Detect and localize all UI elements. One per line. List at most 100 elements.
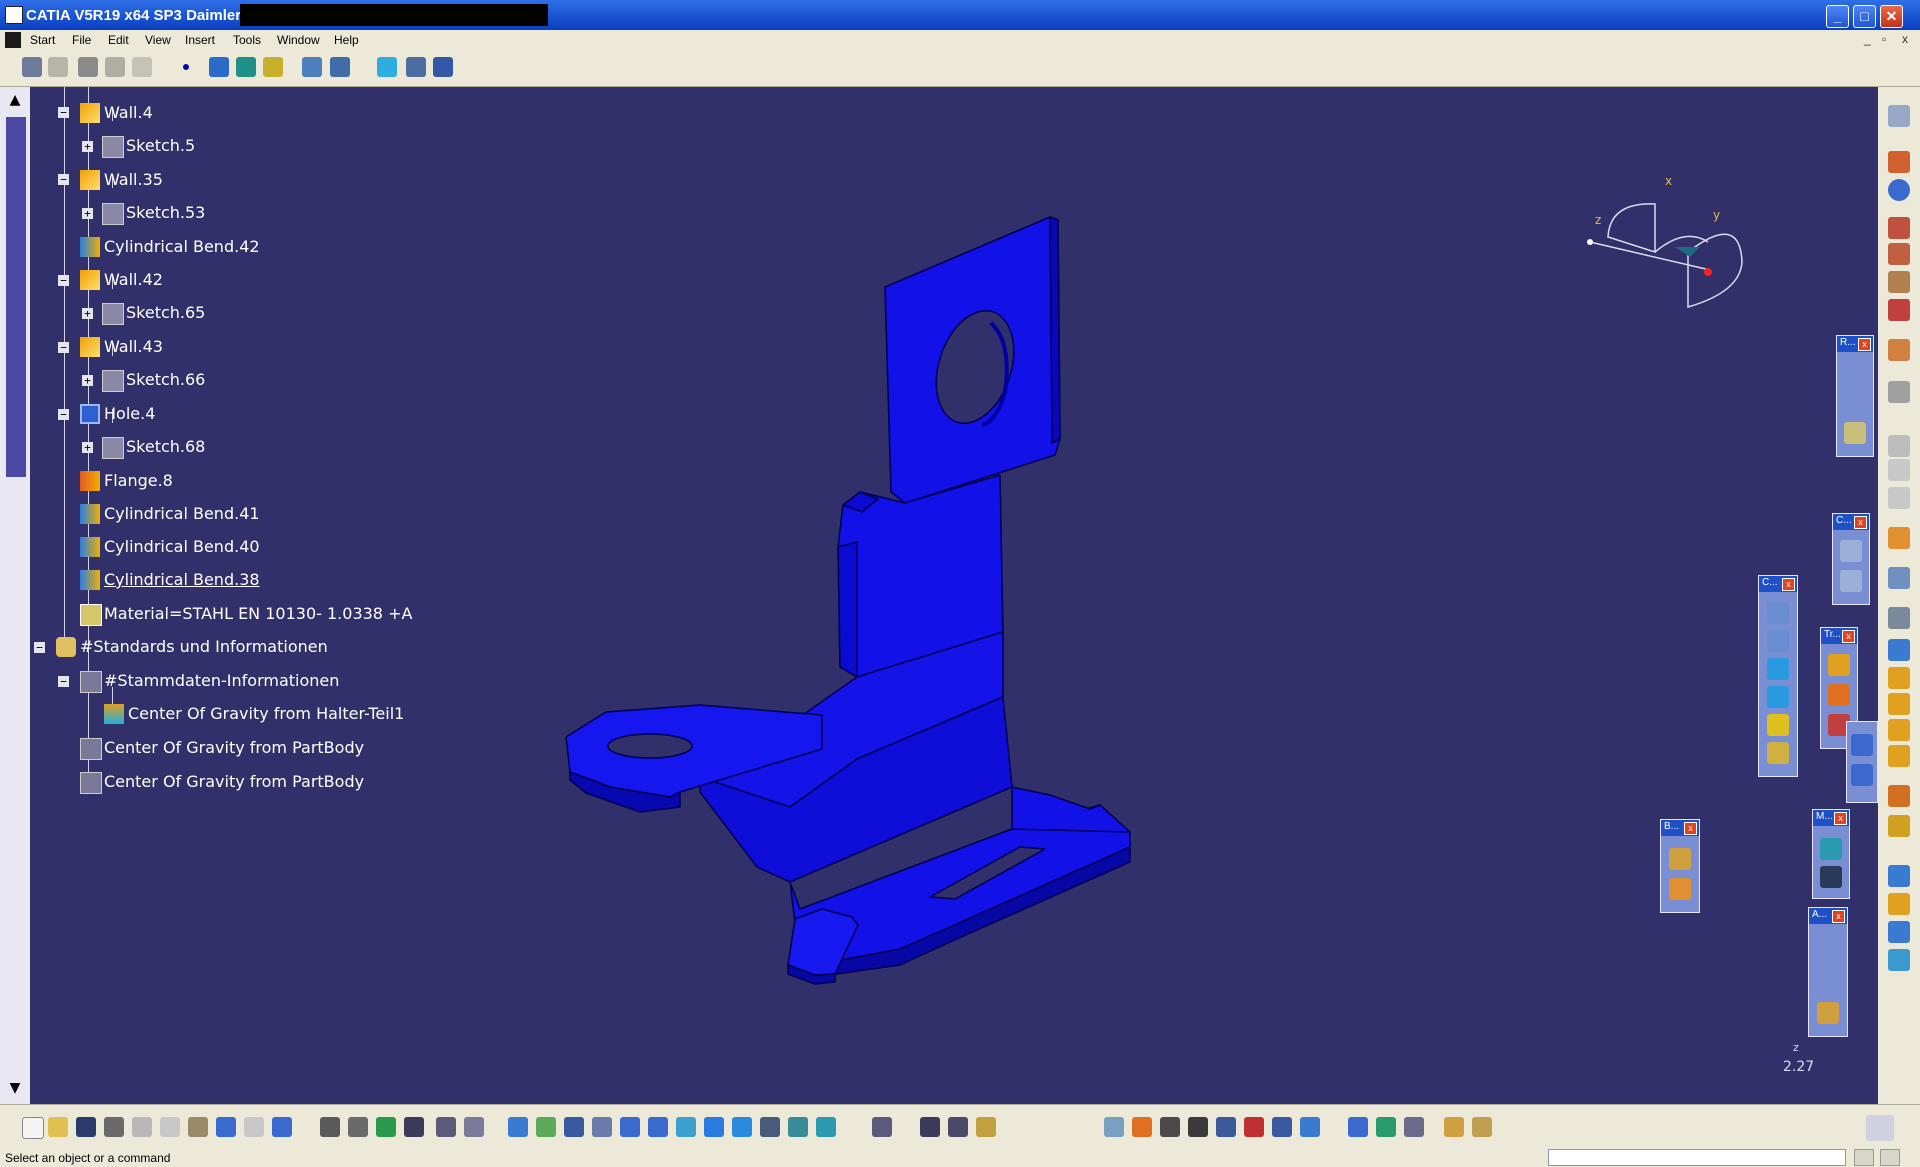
cylindrical-bend-tool-icon[interactable] [1888, 865, 1910, 887]
tools-icon[interactable] [1888, 607, 1910, 629]
construction-icon[interactable] [1244, 1117, 1264, 1137]
unfold-icon[interactable] [330, 57, 350, 77]
text-annotation-icon[interactable] [1817, 934, 1839, 956]
hand-icon[interactable] [1132, 1117, 1152, 1137]
louver-icon[interactable] [1888, 745, 1910, 767]
corner-icon[interactable] [1767, 714, 1789, 736]
fold-unfold-icon[interactable] [377, 57, 397, 77]
user-flange-icon[interactable] [1888, 487, 1910, 509]
measure-between-icon[interactable] [920, 1117, 940, 1137]
print-icon[interactable] [104, 1117, 124, 1137]
whats-this-icon[interactable] [433, 57, 453, 77]
design-table-icon[interactable] [404, 1117, 424, 1137]
hide-show-icon[interactable] [788, 1117, 808, 1137]
select-icon[interactable] [1888, 527, 1910, 549]
update-icon[interactable] [376, 1117, 396, 1137]
exit-workbench-icon[interactable] [48, 57, 68, 77]
annotation-planes-icon[interactable] [1817, 1002, 1839, 1024]
cut-icon[interactable] [132, 1117, 152, 1137]
unbend-icon[interactable] [1851, 764, 1873, 786]
constraint-icon[interactable] [1840, 540, 1862, 562]
apply-material-icon[interactable] [1348, 1117, 1368, 1137]
undo-icon[interactable] [216, 1117, 236, 1137]
3d-view-icon[interactable] [302, 57, 322, 77]
pattern-icon[interactable] [1828, 684, 1850, 706]
plane-icon[interactable] [263, 57, 283, 77]
save-icon[interactable] [76, 1117, 96, 1137]
dowel-icon[interactable] [1888, 815, 1910, 837]
swept-walls-icon[interactable] [1888, 339, 1910, 361]
multi-view-icon[interactable] [704, 1117, 724, 1137]
doc-restore-button[interactable]: ▫ [1882, 32, 1886, 46]
save-measure-icon[interactable] [1820, 866, 1842, 888]
panel-close-icon[interactable]: x [1842, 630, 1855, 643]
menu-help[interactable]: Help [334, 33, 359, 47]
circular-cutout-icon[interactable] [1767, 658, 1789, 680]
hopper-icon[interactable] [1888, 271, 1910, 293]
panel-close-icon[interactable]: x [1834, 812, 1847, 825]
menu-insert[interactable]: Insert [185, 33, 215, 47]
extrusion-icon[interactable] [1888, 243, 1910, 265]
geometric-constraint-icon[interactable] [1300, 1117, 1320, 1137]
zoom-in-icon[interactable] [620, 1117, 640, 1137]
sketch-tool-icon[interactable] [1888, 567, 1910, 589]
bend-allowance-icon[interactable] [105, 57, 125, 77]
panel-close-icon[interactable]: x [1854, 516, 1867, 529]
cut-out-icon[interactable] [1767, 602, 1789, 624]
snap-icon[interactable] [1216, 1117, 1236, 1137]
bending-panel[interactable]: B... x [1660, 819, 1700, 913]
sketcher-icon[interactable] [22, 57, 42, 77]
catalog-icon[interactable] [436, 1117, 456, 1137]
annotations-panel[interactable]: A... x [1808, 907, 1848, 1037]
menu-window[interactable]: Window [277, 33, 320, 47]
compass-widget[interactable]: x y z [1580, 142, 1760, 342]
menu-view[interactable]: View [145, 33, 171, 47]
menu-start[interactable]: Start [30, 33, 55, 47]
unfolding-icon[interactable] [1888, 949, 1910, 971]
surface-stamp-icon[interactable] [1888, 667, 1910, 689]
axis-system-icon[interactable] [1160, 1117, 1180, 1137]
measure-icon[interactable] [1820, 838, 1842, 860]
stiffening-rib-icon[interactable] [1888, 785, 1910, 807]
cut-icon[interactable] [1888, 299, 1910, 321]
unfold-tool-icon[interactable] [1472, 1117, 1492, 1137]
constraint-dialog-icon[interactable] [1840, 570, 1862, 592]
photo-icon[interactable] [1376, 1117, 1396, 1137]
menu-edit[interactable]: Edit [108, 33, 129, 47]
pan-icon[interactable] [564, 1117, 584, 1137]
fly-mode-icon[interactable] [508, 1117, 528, 1137]
copy-icon[interactable] [160, 1117, 180, 1137]
close-button[interactable]: ✕ [1880, 5, 1903, 28]
hole-tool-icon[interactable] [1767, 630, 1789, 652]
measure-panel[interactable]: M... x [1812, 809, 1850, 899]
rotate-icon[interactable] [592, 1117, 612, 1137]
point-icon[interactable] [183, 64, 189, 70]
panel-close-icon[interactable]: x [1832, 910, 1845, 923]
grid-value-icon[interactable] [1188, 1117, 1208, 1137]
zoom-out-icon[interactable] [648, 1117, 668, 1137]
mirror-icon[interactable] [1828, 654, 1850, 676]
texture-icon[interactable] [1404, 1117, 1424, 1137]
dimension-icon[interactable] [1272, 1117, 1292, 1137]
curve-stamp-icon[interactable] [1888, 719, 1910, 741]
shading-icon[interactable] [760, 1117, 780, 1137]
panel-close-icon[interactable]: x [1782, 578, 1795, 591]
knowledge-icon[interactable] [348, 1117, 368, 1137]
recognize-icon[interactable] [1888, 217, 1910, 239]
rolled-wall-icon[interactable] [1888, 921, 1910, 943]
doc-minimize-button[interactable]: _ [1864, 32, 1871, 46]
sheet-metal-standards-icon[interactable] [132, 57, 152, 77]
new-icon[interactable] [22, 1117, 44, 1139]
redo-icon[interactable] [244, 1117, 264, 1137]
flange-tool-icon[interactable] [1888, 381, 1910, 403]
normal-view-icon[interactable] [676, 1117, 696, 1137]
status-icon-2[interactable] [1880, 1149, 1900, 1166]
search-icon[interactable] [1888, 151, 1910, 173]
menu-file[interactable]: File [72, 33, 91, 47]
ref-plane-icon[interactable] [1844, 422, 1866, 444]
tear-drop-icon[interactable] [1888, 459, 1910, 481]
start-icon[interactable] [5, 32, 21, 48]
menu-tools[interactable]: Tools [233, 33, 261, 47]
info-icon[interactable] [1888, 179, 1910, 201]
curve-icon[interactable] [236, 57, 256, 77]
